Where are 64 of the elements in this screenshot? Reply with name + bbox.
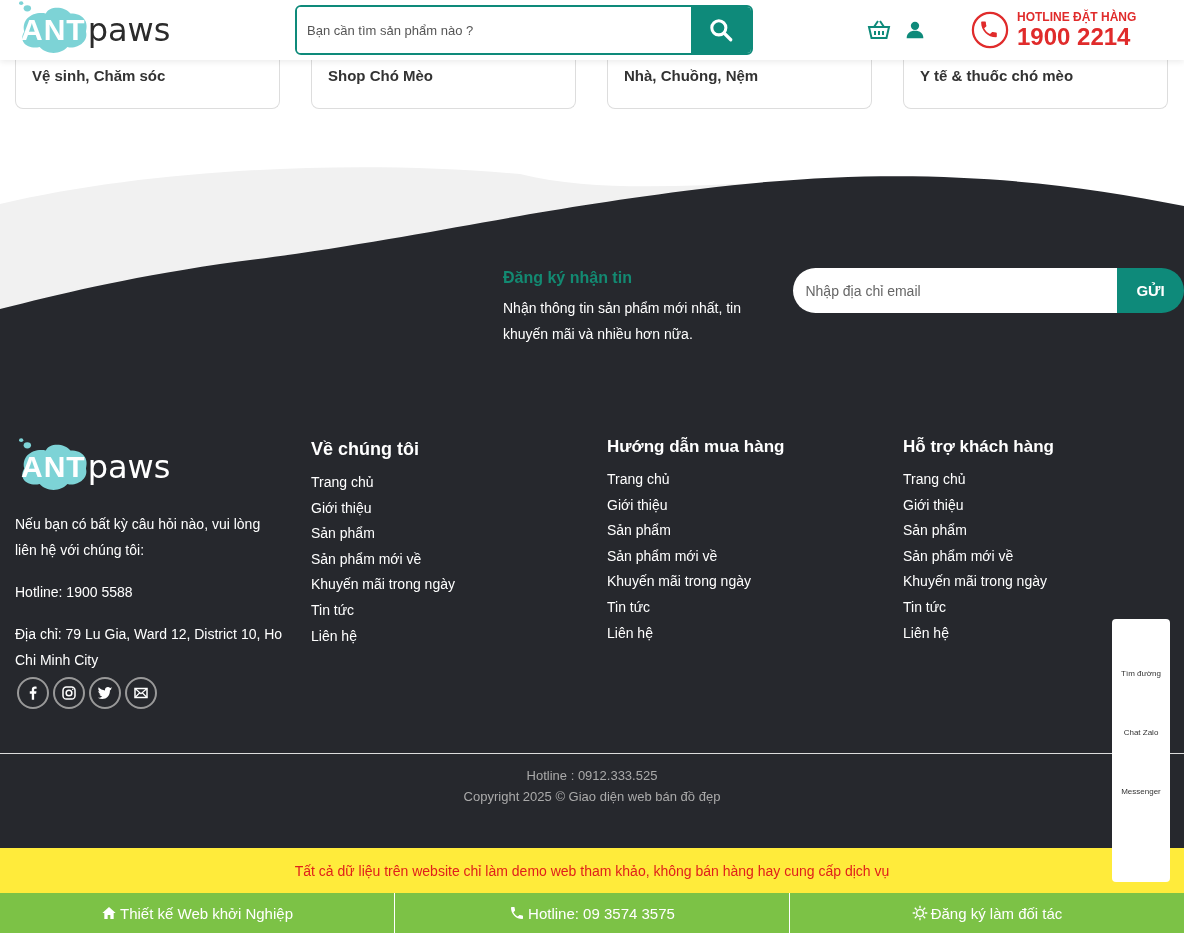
notice-text: Tất cả dữ liệu trên website chỉ làm demo web tham khảo, không bán hàng hay cung cấp dịch vụ	[294, 862, 890, 879]
social-button[interactable]	[53, 677, 85, 709]
footer-link[interactable]: Trang chủ	[903, 467, 966, 493]
footer-link[interactable]: Khuyến mãi trong ngày	[903, 569, 1047, 595]
about-text: Nếu bạn có bất kỳ câu hỏi nào, vui lòng liên hệ với chúng tôi:	[15, 515, 262, 560]
hotline-text: Hotline : 0912.333.525	[526, 768, 658, 783]
category-card[interactable]: Y tế & thuốc chó mèo	[903, 60, 1168, 109]
basket-icon[interactable]	[867, 18, 891, 42]
footer-link[interactable]: Sản phẩm mới về	[607, 543, 718, 570]
footer-link[interactable]: Giới thiệu	[607, 492, 668, 519]
user-icon[interactable]	[905, 20, 925, 40]
gear-icon	[911, 905, 928, 921]
hotline-text: Hotline: 1900 5588	[15, 583, 134, 602]
footer-link[interactable]: Sản phẩm	[607, 518, 671, 544]
newsletter-title: Đăng ký nhận tin	[503, 269, 633, 287]
category-name: Nhà, Chuồng, Nệm	[624, 67, 759, 84]
instagram-icon	[60, 684, 78, 702]
phone-icon	[509, 905, 526, 921]
footer-link[interactable]: Sản phẩm	[903, 518, 967, 544]
category-name: Shop Chó Mèo	[328, 67, 433, 84]
address-text: Địa chỉ: 79 Lu Gia, Ward 12, District 10, Ho Chi Minh City	[15, 625, 284, 670]
footer-link[interactable]: Sản phẩm mới về	[903, 543, 1014, 570]
side-link[interactable]: Messenger	[1121, 787, 1161, 796]
footer-link[interactable]: Sản phẩm mới về	[311, 546, 422, 573]
column-title: Hỗ trợ khách hàng	[903, 437, 1054, 457]
category-card[interactable]: Shop Chó Mèo	[311, 60, 576, 109]
category-card[interactable]: Nhà, Chuồng, Nệm	[607, 60, 872, 109]
social-button[interactable]	[125, 677, 157, 709]
footer-link[interactable]: Khuyến mãi trong ngày	[311, 572, 455, 598]
newsletter-text: Nhận thông tin sản phẩm mới nhất, tin khuyến mãi và nhiều hơn nữa.	[503, 299, 742, 344]
home-icon	[101, 905, 117, 921]
category-card[interactable]: Vệ sinh, Chăm sóc	[15, 60, 280, 109]
side-link[interactable]: Chat Zalo	[1123, 728, 1159, 737]
category-name: Vệ sinh, Chăm sóc	[32, 67, 166, 84]
search-field[interactable]: Bạn cần tìm sản phẩm nào ?	[295, 5, 753, 55]
hotline-label: HOTLINE ĐẶT HÀNG	[1017, 10, 1137, 24]
footer-link[interactable]: Tin tức	[903, 594, 947, 621]
search-button[interactable]	[691, 7, 751, 53]
footer-link[interactable]: Sản phẩm	[311, 521, 375, 547]
footer-link[interactable]: Tin tức	[607, 594, 651, 621]
phone-icon	[971, 11, 1009, 49]
footer-link[interactable]: Liên hệ	[903, 620, 949, 647]
social-button[interactable]	[17, 677, 49, 709]
column-title: Hướng dẫn mua hàng	[607, 437, 785, 457]
logo-text[interactable]: paws	[87, 448, 171, 486]
copyright-text: Copyright 2025 © Giao diện web bán đồ đẹp	[463, 789, 721, 804]
category-name: Y tế & thuốc chó mèo	[920, 67, 1074, 84]
bird-icon	[96, 684, 114, 702]
footer-link[interactable]: Trang chủ	[311, 470, 374, 496]
send-button[interactable]: GỬI	[1117, 268, 1184, 313]
footer-link[interactable]: Giới thiệu	[903, 492, 964, 519]
footer-link[interactable]: Trang chủ	[607, 467, 670, 493]
footer-link[interactable]: Liên hệ	[311, 623, 357, 650]
side-link[interactable]: Tìm đường	[1121, 669, 1161, 678]
footer-link[interactable]: Khuyến mãi trong ngày	[607, 569, 751, 595]
footer-link[interactable]: Giới thiệu	[311, 495, 372, 522]
footer-link[interactable]: Tin tức	[311, 597, 355, 624]
footer-link[interactable]: Liên hệ	[607, 620, 653, 647]
hotline-number[interactable]: 1900 2214	[1017, 24, 1137, 50]
email-field[interactable]: Nhập địa chỉ email	[793, 268, 1118, 313]
column-title: Về chúng tôi	[311, 439, 419, 460]
social-button[interactable]	[89, 677, 121, 709]
search-icon	[708, 17, 734, 43]
logo-text[interactable]: paws	[87, 11, 171, 49]
